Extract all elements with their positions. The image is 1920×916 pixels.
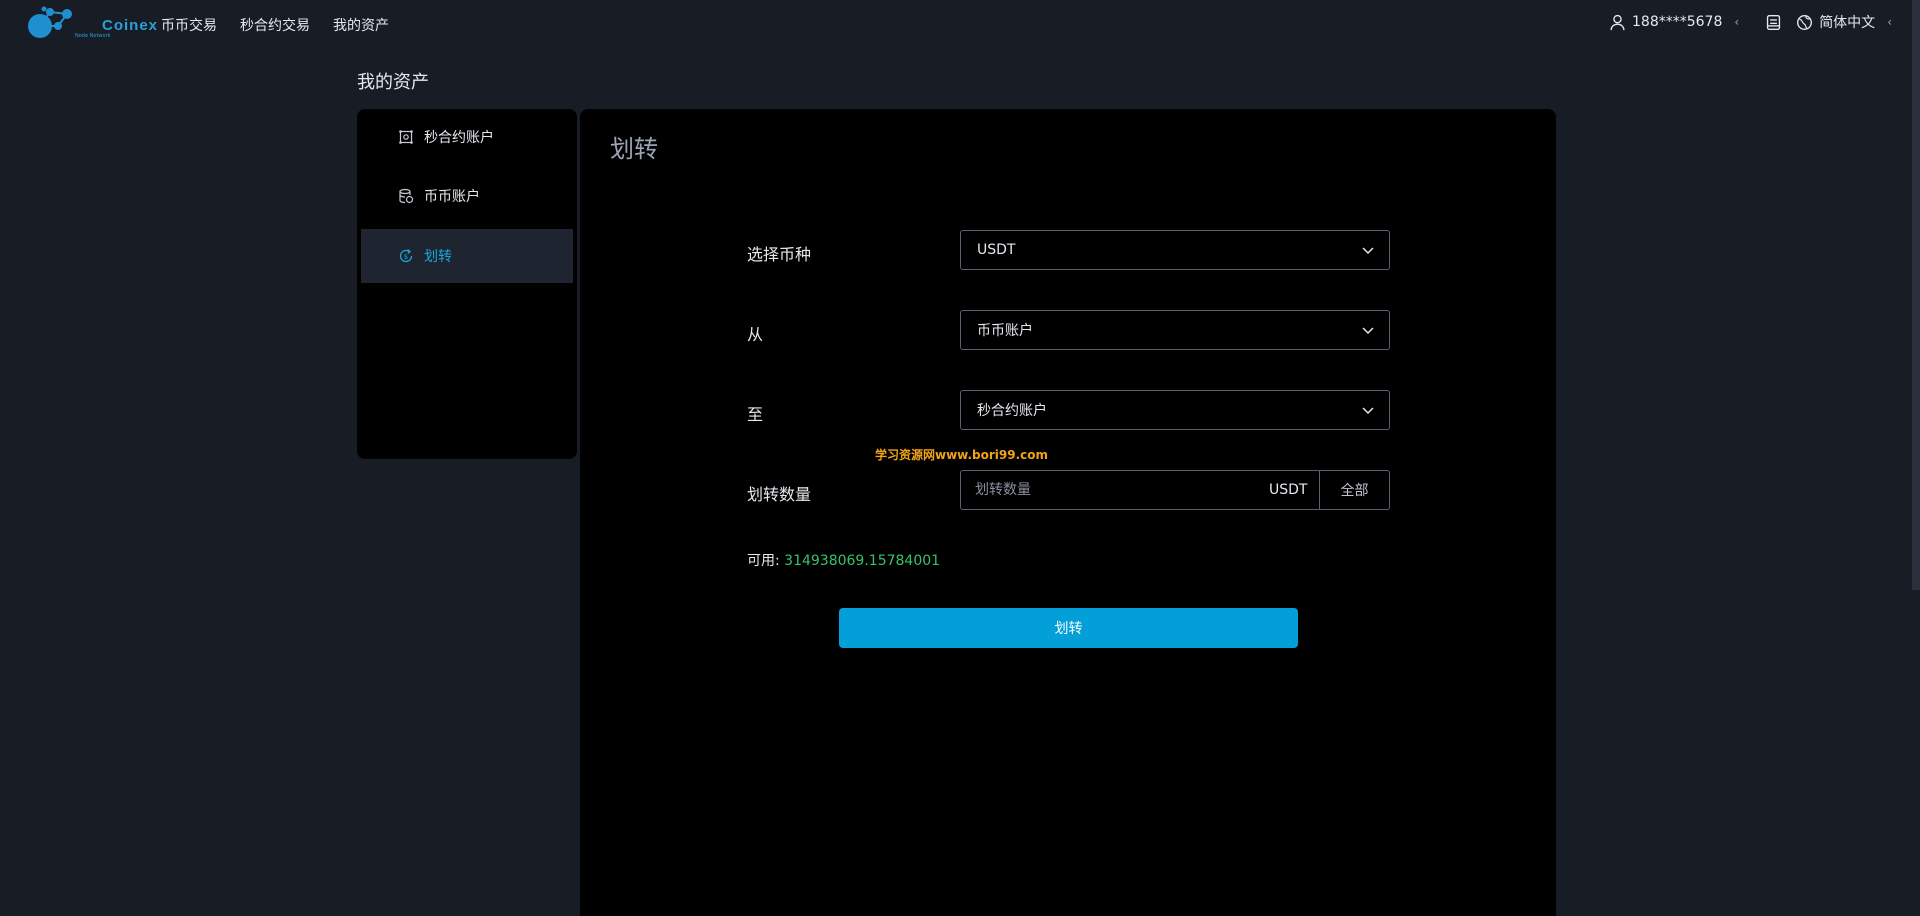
user-icon bbox=[1610, 14, 1625, 30]
amount-unit: USDT bbox=[1269, 482, 1308, 498]
scrollbar-thumb[interactable] bbox=[1912, 0, 1920, 590]
contract-icon bbox=[399, 130, 413, 144]
chevron-left-icon: ‹ bbox=[1887, 15, 1892, 29]
sidebar-item-contract-account[interactable]: 秒合约账户 bbox=[361, 110, 573, 164]
sidebar-item-transfer[interactable]: $ 划转 bbox=[361, 229, 573, 283]
all-amount-button[interactable]: 全部 bbox=[1319, 471, 1389, 509]
chevron-left-icon: ‹ bbox=[1734, 15, 1740, 29]
language-label: 简体中文 bbox=[1819, 15, 1876, 31]
language-selector[interactable]: 简体中文 ‹ bbox=[1796, 12, 1892, 32]
coins-icon bbox=[399, 188, 414, 204]
sidebar-item-label: 币币账户 bbox=[424, 189, 480, 205]
currency-select[interactable]: USDT bbox=[960, 230, 1390, 270]
nav-spot-trading[interactable]: 币币交易 bbox=[161, 15, 217, 35]
to-account-value: 秒合约账户 bbox=[977, 403, 1047, 419]
panel-title: 划转 bbox=[610, 135, 658, 163]
amount-label: 划转数量 bbox=[747, 485, 812, 504]
user-phone: 188****5678 bbox=[1632, 14, 1723, 30]
download-icon bbox=[1767, 14, 1781, 30]
coinex-logo[interactable]: Coinex Node Network bbox=[26, 4, 157, 42]
sidebar-item-label: 划转 bbox=[424, 249, 452, 265]
user-menu[interactable]: 188****5678 ‹ bbox=[1609, 14, 1739, 31]
currency-label: 选择币种 bbox=[747, 245, 812, 264]
transfer-panel: 划转 选择币种 USDT 从 币币账户 至 秒合约账户 学习资源网www.bor… bbox=[580, 109, 1556, 916]
available-label: 可用: bbox=[747, 553, 780, 569]
sidebar-item-coin-account[interactable]: 币币账户 bbox=[361, 169, 573, 223]
from-account-value: 币币账户 bbox=[977, 323, 1033, 339]
to-label: 至 bbox=[747, 405, 764, 424]
sidebar-item-label: 秒合约账户 bbox=[424, 130, 494, 146]
transfer-icon: $ bbox=[399, 248, 413, 263]
nav-my-assets[interactable]: 我的资产 bbox=[333, 15, 389, 35]
header-right: 188****5678 ‹ 简体中文 ‹ bbox=[1609, 12, 1892, 32]
to-account-select[interactable]: 秒合约账户 bbox=[960, 390, 1390, 430]
page-title: 我的资产 bbox=[357, 72, 429, 93]
asset-sidebar: 秒合约账户 币币账户 $ 划转 bbox=[357, 109, 577, 459]
currency-select-value: USDT bbox=[977, 242, 1016, 258]
watermark-text: 学习资源网www.bori99.com bbox=[875, 448, 1049, 462]
chevron-down-icon bbox=[1362, 327, 1374, 335]
amount-field-group: USDT 全部 bbox=[960, 470, 1390, 510]
main-nav: 币币交易 秒合约交易 我的资产 bbox=[161, 15, 389, 35]
transfer-submit-button[interactable]: 划转 bbox=[839, 608, 1298, 648]
available-balance: 可用: 314938069.15784001 bbox=[747, 550, 940, 570]
from-account-select[interactable]: 币币账户 bbox=[960, 310, 1390, 350]
logo-text: Coinex bbox=[102, 17, 159, 34]
top-navigation-bar: Coinex Node Network 币币交易 秒合约交易 我的资产 188*… bbox=[0, 0, 1920, 47]
page-scrollbar[interactable] bbox=[1912, 0, 1920, 916]
download-button[interactable] bbox=[1765, 14, 1782, 31]
logo-subtext: Node Network bbox=[75, 33, 111, 39]
chevron-down-icon bbox=[1362, 407, 1374, 415]
amount-input[interactable] bbox=[961, 471, 1269, 509]
chevron-down-icon bbox=[1362, 247, 1374, 255]
available-value: 314938069.15784001 bbox=[784, 553, 941, 569]
svg-text:$: $ bbox=[404, 253, 408, 261]
globe-icon bbox=[1797, 14, 1813, 30]
nav-second-contract[interactable]: 秒合约交易 bbox=[240, 15, 310, 35]
from-label: 从 bbox=[747, 325, 764, 344]
